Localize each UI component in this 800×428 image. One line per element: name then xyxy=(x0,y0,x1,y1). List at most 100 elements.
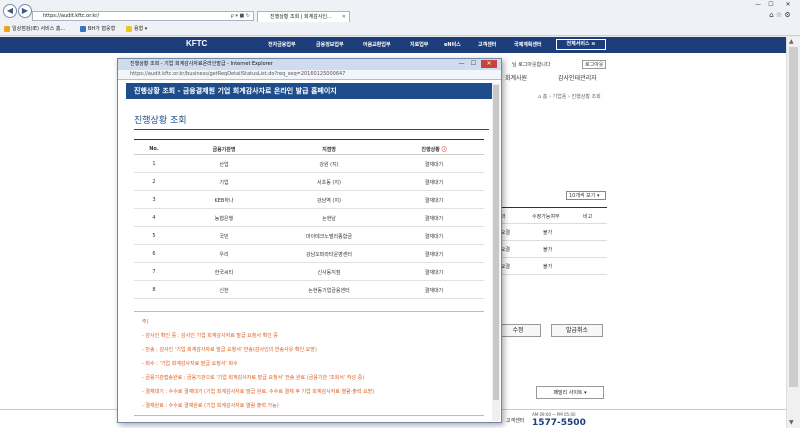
user-notice: 님 로그아웃합니다 xyxy=(512,62,551,68)
note-line: - 반송 : 감사인 '기업 회계감사자료 발급 요청서' 반송(감사인의 반송… xyxy=(142,347,317,353)
branch-name: 강남역 (지) xyxy=(317,198,341,204)
menu-item[interactable]: 어음교환업무 xyxy=(363,41,391,48)
popup-header: 진행상황 조회 - 금융결제원 기업 회계감사자료 온라인 발급 홈페이지 xyxy=(126,83,492,99)
menu-item[interactable]: 지로업무 xyxy=(410,41,428,48)
address-bar[interactable]: https://audit.kftc.or.kr/ ρ ▾ ■ ↻ xyxy=(32,11,254,21)
popup-address-bar[interactable]: https://audit.kftc.or.kr/business/getReq… xyxy=(118,70,501,80)
favorite-item[interactable]: 일상점검(IE) 서비스 홈... xyxy=(4,24,65,35)
menu-item[interactable]: 국제계획센터 xyxy=(514,41,542,48)
branch-name: 마이테크노밸리종합금 xyxy=(305,234,352,240)
note-line: - 결재완료 : 수수료 결재완료 (기업 회계감사자료 열람 출력 가능) xyxy=(142,403,279,409)
minimize-button[interactable]: — xyxy=(752,0,764,9)
branch-name: 서초동 (지) xyxy=(317,180,341,186)
popup-scroll-thumb[interactable] xyxy=(493,85,499,400)
issue-cancel-button[interactable]: 발급취소 xyxy=(551,324,603,337)
favorite-item[interactable]: BH가 협웅형 xyxy=(80,24,115,35)
row-no: 5 xyxy=(152,233,156,239)
tab-label: 진행상황 조회 | 회계감사인... xyxy=(270,14,332,20)
note-line: - 금융기관접송완료 : 금융기관으로 '기업 회계감사자료 발급 요청서' 전… xyxy=(142,375,365,381)
popup-close-button[interactable]: ✕ xyxy=(481,60,497,68)
folder-icon xyxy=(126,25,132,32)
table-row: 6 우리 강남오퍼라타운영센터 결재대기 xyxy=(134,245,484,263)
table-row: 3 KEB하나 강남역 (지) 결재대기 xyxy=(134,191,484,209)
forward-button[interactable]: ▶ xyxy=(18,4,32,18)
menu-item[interactable]: 금융정보업무 xyxy=(316,41,344,48)
row-status: 결재대기 xyxy=(424,216,444,222)
back-button[interactable]: ◀ xyxy=(3,4,17,18)
note-line: - 회수 : '기업 회계감사자료 발급 요청서' 회수 xyxy=(142,361,238,367)
popup-window: 진행상황 조회 - 기업 회계감사자료온라인발급 - Internet Expl… xyxy=(117,58,502,423)
table-row: 2 기업 서초동 (지) 결재대기 xyxy=(134,173,484,191)
note-line: - 감사인 확인 중 : 감사인 기업 회계감사자료 발급 요청서 확인 중 xyxy=(142,333,278,339)
row-no: 4 xyxy=(152,215,156,221)
table-row: 4 농협은행 논현남 결재대기 xyxy=(134,209,484,227)
branch-name: 논현동기업금융센터 xyxy=(308,288,350,294)
col-header: No. xyxy=(149,146,159,152)
browser-tools-icons[interactable]: ⌂ ☆ ⚙ xyxy=(762,11,798,20)
maximize-button[interactable]: ☐ xyxy=(765,0,777,9)
side-label: 회계사원 xyxy=(505,75,528,82)
tab-close-icon[interactable]: ✕ xyxy=(342,12,346,22)
info-icon[interactable]: ⓘ xyxy=(442,147,447,153)
table-row: 8 신한 논현동기업금융센터 결재대기 xyxy=(134,281,484,299)
branch-name: 논현남 xyxy=(322,216,336,222)
favorite-star-icon xyxy=(4,25,10,32)
menu-item[interactable]: eN비스 xyxy=(444,41,461,48)
note-line: - 결재대기 : 수수료 결재대기 (기업 회계감사자료 발급 완료, 수수료 … xyxy=(142,389,375,395)
branch-name: 강원 (지) xyxy=(319,162,339,168)
row-status: 결재대기 xyxy=(424,252,444,258)
col-header: 지점명 xyxy=(322,147,336,153)
title-divider xyxy=(134,129,489,130)
row-no: 8 xyxy=(152,287,156,293)
col-header-status: 진행상황 ⓘ xyxy=(421,147,447,153)
menu-item[interactable]: 고객센터 xyxy=(478,41,496,48)
logout-button[interactable]: 로그아웃 xyxy=(582,60,607,69)
close-window-button[interactable]: ✕ xyxy=(778,0,798,9)
favorite-item[interactable]: 용형 ▾ xyxy=(126,24,147,35)
footer-phone: 1577-5500 xyxy=(532,418,586,428)
page-scrollbar[interactable]: ▲ ▼ xyxy=(786,37,800,428)
all-service-button[interactable]: 전체서비스 ≡ xyxy=(556,39,606,50)
global-nav: KFTC 전자금융업무 금융정보업무 어음교환업무 지로업무 eN비스 고객센터… xyxy=(0,37,786,53)
scroll-thumb[interactable] xyxy=(789,47,798,387)
popup-maximize-button[interactable]: ☐ xyxy=(468,60,479,68)
address-text[interactable]: https://audit.kftc.or.kr/ xyxy=(43,13,99,19)
site-logo[interactable]: KFTC xyxy=(186,39,207,48)
bank-name: 산업 xyxy=(219,162,229,168)
browser-tab-active[interactable]: 진행상황 조회 | 회계감사인... ✕ xyxy=(257,11,350,22)
popup-scrollbar[interactable] xyxy=(492,83,500,421)
row-no: 1 xyxy=(152,161,156,167)
popup-url[interactable]: https://audit.kftc.or.kr/business/getReq… xyxy=(130,71,345,77)
side-label: 감사인테관리자 xyxy=(558,75,597,82)
favorites-bar: 일상점검(IE) 서비스 홈... BH가 협웅형 용형 ▾ xyxy=(0,24,800,36)
bank-name: 기업 xyxy=(219,180,229,186)
table-row: 7 한국씨티 신사동지점 결재대기 xyxy=(134,263,484,281)
scroll-up-icon[interactable]: ▲ xyxy=(789,38,794,45)
table-header: No. 금융기관명 지점명 진행상황 ⓘ xyxy=(134,139,484,155)
row-status: 결재대기 xyxy=(424,162,444,168)
table-row: 1 산업 강원 (지) 결재대기 xyxy=(134,155,484,173)
footer-hours: AM 09:00 ~ PM 05:00 xyxy=(532,412,576,417)
popup-title: 진행상황 조회 - 기업 회계감사자료온라인발급 - Internet Expl… xyxy=(130,61,273,67)
per-page-select[interactable]: 10개씩 보기 ▾ xyxy=(566,191,606,200)
scroll-down-icon[interactable]: ▼ xyxy=(789,419,794,426)
page-icon xyxy=(80,25,86,32)
row-no: 6 xyxy=(152,251,156,257)
popup-minimize-button[interactable]: — xyxy=(456,60,467,68)
row-status: 결재대기 xyxy=(424,270,444,276)
address-controls[interactable]: ρ ▾ ■ ↻ xyxy=(231,12,250,21)
popup-content: 진행상황 조회 No. 금융기관명 지점명 진행상황 ⓘ 1 산업 강원 (지) 결재… xyxy=(126,99,492,419)
table-row: 5 국민 마이테크노밸리종합금 결재대기 xyxy=(134,227,484,245)
branch-name: 강남오퍼라타운영센터 xyxy=(305,252,352,258)
row-status: 결재대기 xyxy=(424,234,444,240)
family-site-select[interactable]: 패밀리 사이트 ▾ xyxy=(536,386,604,399)
popup-titlebar[interactable]: 진행상황 조회 - 기업 회계감사자료온라인발급 - Internet Expl… xyxy=(118,59,501,70)
page-title: 진행상황 조회 xyxy=(134,116,187,126)
notes-title: 주) xyxy=(142,319,149,325)
row-no: 2 xyxy=(152,179,156,185)
row-status: 결재대기 xyxy=(424,288,444,294)
browser-chrome: ◀ ▶ https://audit.kftc.or.kr/ ρ ▾ ■ ↻ 진행… xyxy=(0,0,800,36)
row-no: 3 xyxy=(152,197,156,203)
bank-name: 신한 xyxy=(219,288,229,294)
menu-item[interactable]: 전자금융업무 xyxy=(268,41,296,48)
